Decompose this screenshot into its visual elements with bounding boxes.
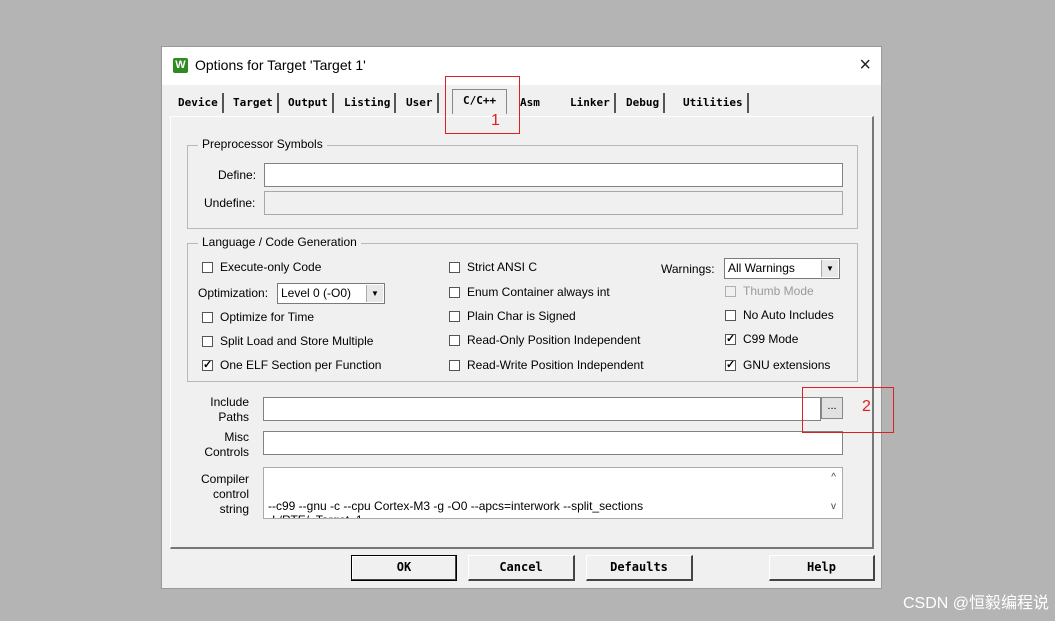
define-field[interactable] <box>264 163 843 187</box>
optimize-time-label: Optimize for Time <box>220 310 315 324</box>
enum-container-box <box>449 286 460 298</box>
execute-only-label: Execute-only Code <box>220 260 322 274</box>
misc-controls-label-line1: Misc <box>224 430 249 444</box>
csdn-watermark: CSDN @恒毅编程说 <box>902 595 1049 612</box>
tab-c-cpp[interactable]: C/C++ <box>452 89 508 114</box>
ro-pi-box <box>449 334 460 346</box>
options-dialog: W Options for Target 'Target 1' × Device… <box>161 46 882 589</box>
warnings-select[interactable]: All Warnings ▼ <box>724 258 840 279</box>
misc-controls-label-line2: Controls <box>204 445 249 459</box>
c99-mode-checkbox[interactable]: ✓ C99 Mode <box>725 332 798 346</box>
strict-ansi-label: Strict ANSI C <box>467 260 538 274</box>
c99-mode-box: ✓ <box>725 332 736 345</box>
preprocessor-symbols-title: Preprocessor Symbols <box>198 137 327 151</box>
enum-container-label: Enum Container always int <box>467 285 610 299</box>
ok-button[interactable]: OK <box>351 555 457 581</box>
optimization-label: Optimization: <box>198 286 269 300</box>
help-button[interactable]: Help <box>769 555 875 581</box>
plain-char-label: Plain Char is Signed <box>467 309 576 323</box>
scroll-up-icon[interactable]: ^ <box>831 471 836 485</box>
execute-only-checkbox[interactable]: Execute-only Code <box>202 260 321 274</box>
tab-listing[interactable]: Listing <box>341 93 397 113</box>
tab-target[interactable]: Target <box>230 93 279 113</box>
chevron-down-icon: ▼ <box>366 285 383 302</box>
no-auto-includes-label: No Auto Includes <box>743 308 834 322</box>
execute-only-box <box>202 261 213 273</box>
split-load-box <box>202 335 213 347</box>
annotation-number-1: 1 <box>491 112 500 129</box>
optimize-time-checkbox[interactable]: Optimize for Time <box>202 310 314 324</box>
compiler-label-line3: string <box>219 502 249 516</box>
close-button[interactable]: × <box>859 55 871 75</box>
warnings-value: All Warnings <box>728 261 795 275</box>
optimize-time-box <box>202 311 213 323</box>
misc-controls-label: Misc Controls <box>201 430 249 460</box>
c-cpp-tab-panel: Preprocessor Symbols Define: Undefine: L… <box>170 116 874 549</box>
thumb-mode-checkbox: Thumb Mode <box>725 284 814 298</box>
gnu-extensions-checkbox[interactable]: ✓ GNU extensions <box>725 358 830 372</box>
split-load-label: Split Load and Store Multiple <box>220 334 374 348</box>
plain-char-checkbox[interactable]: Plain Char is Signed <box>449 309 576 323</box>
include-paths-label-line2: Paths <box>218 410 249 424</box>
tab-output[interactable]: Output <box>285 93 334 113</box>
chevron-down-icon: ▼ <box>821 260 838 277</box>
tab-device[interactable]: Device <box>175 93 224 113</box>
plain-char-box <box>449 310 460 322</box>
compiler-control-string-text: --c99 --gnu -c --cpu Cortex-M3 -g -O0 --… <box>268 499 644 518</box>
one-elf-checkbox[interactable]: ✓ One ELF Section per Function <box>202 358 381 372</box>
one-elf-label: One ELF Section per Function <box>220 358 382 372</box>
defaults-button[interactable]: Defaults <box>586 555 693 581</box>
ro-pi-checkbox[interactable]: Read-Only Position Independent <box>449 333 640 347</box>
keil-app-icon: W <box>173 58 188 73</box>
thumb-mode-box <box>725 285 736 297</box>
no-auto-includes-box <box>725 309 736 321</box>
strict-ansi-checkbox[interactable]: Strict ANSI C <box>449 260 537 274</box>
annotation-number-2: 2 <box>862 398 871 415</box>
rw-pi-checkbox[interactable]: Read-Write Position Independent <box>449 358 644 372</box>
include-paths-field[interactable] <box>263 397 821 421</box>
define-label: Define: <box>218 168 257 182</box>
c99-mode-label: C99 Mode <box>743 332 799 346</box>
strict-ansi-box <box>449 261 460 273</box>
one-elf-box: ✓ <box>202 358 213 371</box>
compiler-label-line1: Compiler <box>200 472 249 486</box>
enum-container-checkbox[interactable]: Enum Container always int <box>449 285 610 299</box>
misc-controls-field[interactable] <box>263 431 843 455</box>
title-bar: W Options for Target 'Target 1' × <box>162 47 881 85</box>
split-load-checkbox[interactable]: Split Load and Store Multiple <box>202 334 373 348</box>
tab-utilities[interactable]: Utilities <box>680 93 749 113</box>
language-group-title: Language / Code Generation <box>198 235 361 249</box>
optimization-select[interactable]: Level 0 (-O0) ▼ <box>277 283 385 304</box>
tab-linker[interactable]: Linker <box>567 93 616 113</box>
tab-user[interactable]: User <box>403 93 439 113</box>
include-paths-label-line1: Include <box>210 395 249 409</box>
include-paths-label: Include Paths <box>208 395 249 425</box>
optimization-value: Level 0 (-O0) <box>281 286 352 300</box>
compiler-control-string-label: Compiler control string <box>196 472 249 517</box>
language-code-generation-group: Language / Code Generation Execute-only … <box>187 235 858 382</box>
undefine-field[interactable] <box>264 191 843 215</box>
no-auto-includes-checkbox[interactable]: No Auto Includes <box>725 308 834 322</box>
gnu-extensions-label: GNU extensions <box>743 358 831 372</box>
gnu-extensions-box: ✓ <box>725 358 736 371</box>
window-title: Options for Target 'Target 1' <box>195 57 366 73</box>
warnings-label: Warnings: <box>661 262 715 276</box>
annotation-box-2 <box>802 387 894 433</box>
cancel-button[interactable]: Cancel <box>468 555 575 581</box>
preprocessor-symbols-group: Preprocessor Symbols Define: Undefine: <box>187 137 858 229</box>
tab-debug[interactable]: Debug <box>623 93 666 113</box>
undefine-label: Undefine: <box>204 196 256 210</box>
scroll-down-icon[interactable]: v <box>831 500 836 514</box>
rw-pi-box <box>449 359 460 371</box>
thumb-mode-label: Thumb Mode <box>743 284 814 298</box>
compiler-label-line2: control <box>212 487 249 501</box>
rw-pi-label: Read-Write Position Independent <box>467 358 644 372</box>
ro-pi-label: Read-Only Position Independent <box>467 333 641 347</box>
tab-asm[interactable]: Asm <box>517 93 544 113</box>
compiler-control-string-box[interactable]: --c99 --gnu -c --cpu Cortex-M3 -g -O0 --… <box>263 467 843 519</box>
